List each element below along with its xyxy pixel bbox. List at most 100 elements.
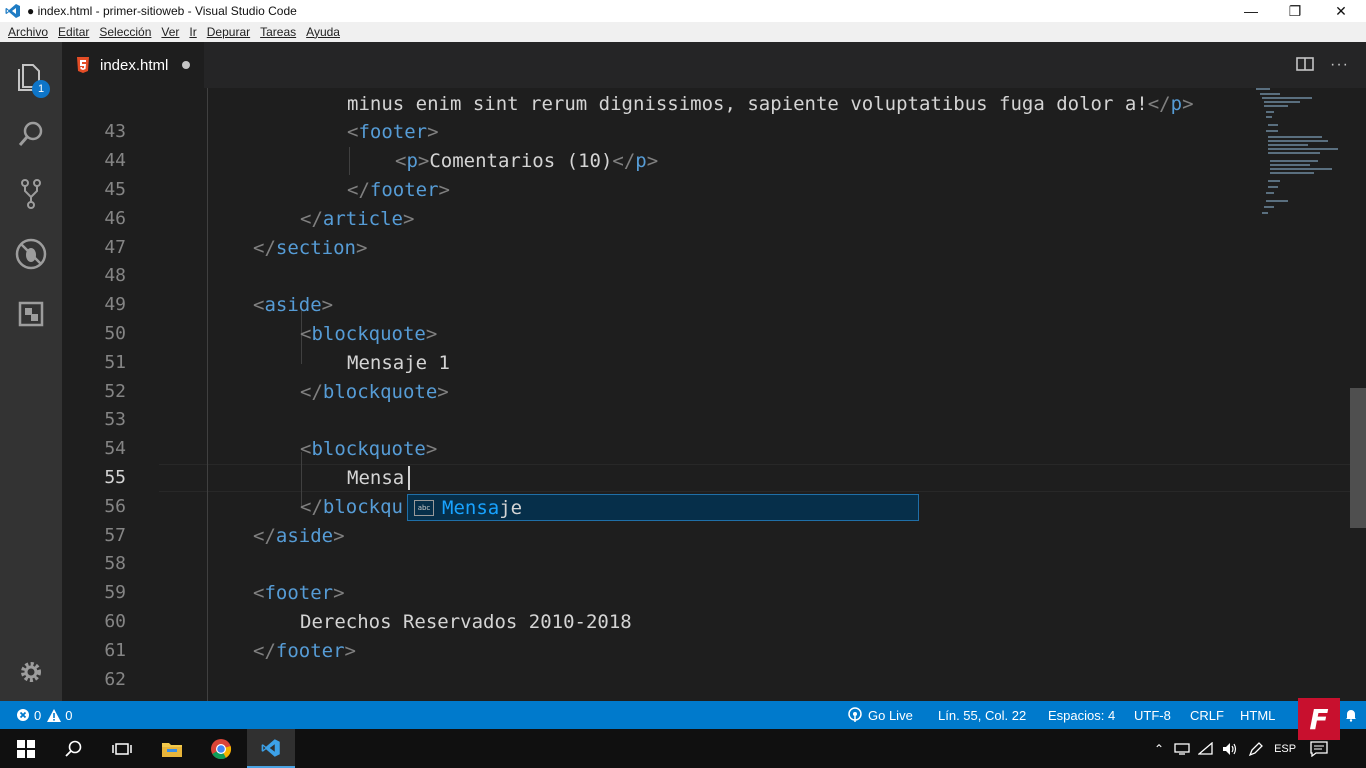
line-number: 62 bbox=[104, 669, 126, 690]
partial-text: minus enim sint rerum dignissimos, sapie… bbox=[347, 93, 1148, 115]
network-icon[interactable] bbox=[1174, 742, 1190, 755]
code-line-43: <footer> bbox=[347, 121, 439, 143]
code-line-44: <p>Comentarios (10)</p> bbox=[395, 150, 659, 172]
pen-icon[interactable] bbox=[1248, 741, 1264, 757]
suggestion-item[interactable]: Mensaje bbox=[442, 497, 522, 519]
window-title: ● index.html - primer-sitioweb - Visual … bbox=[27, 4, 297, 18]
tag-footer: footer bbox=[358, 121, 428, 143]
extensions-icon bbox=[18, 301, 44, 327]
start-button[interactable] bbox=[2, 729, 50, 768]
menu-ir[interactable]: Ir bbox=[189, 25, 196, 39]
debug-icon bbox=[15, 238, 47, 270]
chrome-button[interactable] bbox=[197, 729, 245, 768]
volume-icon[interactable] bbox=[1222, 742, 1238, 756]
typed-text: Mensa bbox=[347, 467, 405, 489]
line-number: 43 bbox=[104, 121, 126, 142]
input-language[interactable]: ESP bbox=[1274, 743, 1296, 755]
error-count: 0 bbox=[34, 707, 42, 723]
task-view-button[interactable] bbox=[98, 729, 146, 768]
menu-ayuda[interactable]: Ayuda bbox=[306, 25, 340, 39]
language-mode[interactable]: HTML bbox=[1240, 701, 1275, 729]
split-editor-icon bbox=[1296, 57, 1314, 71]
tag-blockquote-partial: blockqu bbox=[322, 496, 403, 518]
menu-archivo[interactable]: Archivo bbox=[8, 25, 48, 39]
code-line-45: </footer> bbox=[347, 179, 450, 201]
line-number-gutter: 43 44 45 46 47 48 49 50 51 52 53 54 55 5… bbox=[62, 88, 152, 701]
line-number-active: 55 bbox=[104, 467, 126, 488]
line-number: 48 bbox=[104, 265, 126, 286]
menu-depurar[interactable]: Depurar bbox=[207, 25, 250, 39]
code-editor[interactable]: 43 44 45 46 47 48 49 50 51 52 53 54 55 5… bbox=[62, 88, 1366, 701]
vscode-logo-icon bbox=[5, 4, 20, 18]
tab-index-html[interactable]: index.html bbox=[62, 42, 204, 88]
file-explorer-button[interactable] bbox=[148, 729, 196, 768]
more-actions-icon[interactable]: ··· bbox=[1330, 56, 1349, 74]
code-lines: minus enim sint rerum dignissimos, sapie… bbox=[159, 88, 1359, 701]
line-number: 52 bbox=[104, 381, 126, 402]
explorer-badge: 1 bbox=[32, 80, 50, 98]
vscode-logo-icon bbox=[261, 738, 280, 757]
code-line-55: Mensa bbox=[347, 464, 404, 492]
tag-p-close: p bbox=[635, 150, 647, 172]
mensaje-1-text: Mensaje 1 bbox=[347, 352, 450, 374]
go-live-button[interactable]: Go Live bbox=[847, 701, 913, 729]
settings-button[interactable] bbox=[0, 644, 62, 700]
search-icon bbox=[18, 121, 43, 146]
problems-indicator[interactable]: 0 0 bbox=[16, 701, 72, 729]
vscode-taskbar-button[interactable] bbox=[247, 729, 295, 768]
extensions-button[interactable] bbox=[0, 286, 62, 342]
vertical-scrollbar-thumb[interactable] bbox=[1350, 388, 1366, 528]
line-number: 57 bbox=[104, 525, 126, 546]
tag-footer: footer bbox=[264, 582, 334, 604]
git-branch-icon bbox=[21, 179, 41, 209]
warning-icon bbox=[47, 708, 62, 722]
encoding-setting[interactable]: UTF-8 bbox=[1134, 701, 1171, 729]
debug-button[interactable] bbox=[0, 226, 62, 282]
wifi-icon[interactable] bbox=[1198, 741, 1214, 756]
code-line-47: </section> bbox=[253, 237, 368, 259]
menu-seleccion[interactable]: Selección bbox=[99, 25, 151, 39]
tag-blockquote: blockquote bbox=[311, 438, 426, 460]
split-editor-button[interactable] bbox=[1296, 56, 1314, 77]
tag-footer-close: footer bbox=[369, 179, 439, 201]
notifications-bell-icon[interactable] bbox=[1344, 701, 1358, 729]
code-line-60: Derechos Reservados 2010-2018 bbox=[300, 608, 632, 636]
taskbar-search-button[interactable] bbox=[50, 729, 98, 768]
close-button[interactable]: ✕ bbox=[1318, 0, 1364, 22]
line-number: 49 bbox=[104, 294, 126, 315]
comentarios-text: Comentarios (10) bbox=[429, 150, 613, 172]
eol-setting[interactable]: CRLF bbox=[1190, 701, 1224, 729]
windows-taskbar: ⌃ ESP bbox=[0, 729, 1366, 768]
search-button[interactable] bbox=[0, 106, 62, 162]
menu-editar[interactable]: Editar bbox=[58, 25, 89, 39]
source-control-button[interactable] bbox=[0, 166, 62, 222]
suggestion-widget[interactable]: abc Mensaje bbox=[407, 494, 919, 521]
text-suggestion-icon: abc bbox=[414, 499, 434, 516]
action-center-icon[interactable] bbox=[1310, 740, 1328, 757]
line-number: 54 bbox=[104, 438, 126, 459]
minimap[interactable] bbox=[1256, 88, 1346, 228]
tag-section-close: section bbox=[275, 237, 356, 259]
cursor-position[interactable]: Lín. 55, Col. 22 bbox=[938, 701, 1026, 729]
minimize-button[interactable]: — bbox=[1228, 0, 1274, 22]
line-number: 46 bbox=[104, 208, 126, 229]
menu-tareas[interactable]: Tareas bbox=[260, 25, 296, 39]
indentation-setting[interactable]: Espacios: 4 bbox=[1048, 701, 1115, 729]
chevron-up-icon[interactable]: ⌃ bbox=[1154, 742, 1164, 756]
warning-count: 0 bbox=[65, 707, 73, 723]
suggestion-rest: je bbox=[499, 496, 523, 519]
tag-blockquote-close: blockquote bbox=[322, 381, 438, 403]
code-line-61: </footer> bbox=[253, 640, 356, 662]
tag-aside-close: aside bbox=[275, 525, 334, 547]
menu-ver[interactable]: Ver bbox=[161, 25, 179, 39]
derechos-text: Derechos Reservados 2010-2018 bbox=[300, 611, 632, 633]
task-view-icon bbox=[112, 742, 132, 755]
line-number: 47 bbox=[104, 237, 126, 258]
chrome-icon bbox=[211, 738, 232, 759]
tag-blockquote: blockquote bbox=[311, 323, 426, 345]
explorer-button[interactable]: 1 bbox=[0, 48, 62, 104]
restore-button[interactable]: ❐ bbox=[1272, 0, 1318, 22]
code-line-49: <aside> bbox=[253, 294, 334, 316]
tag-aside: aside bbox=[264, 294, 322, 316]
unsaved-dot-icon[interactable] bbox=[182, 61, 191, 69]
